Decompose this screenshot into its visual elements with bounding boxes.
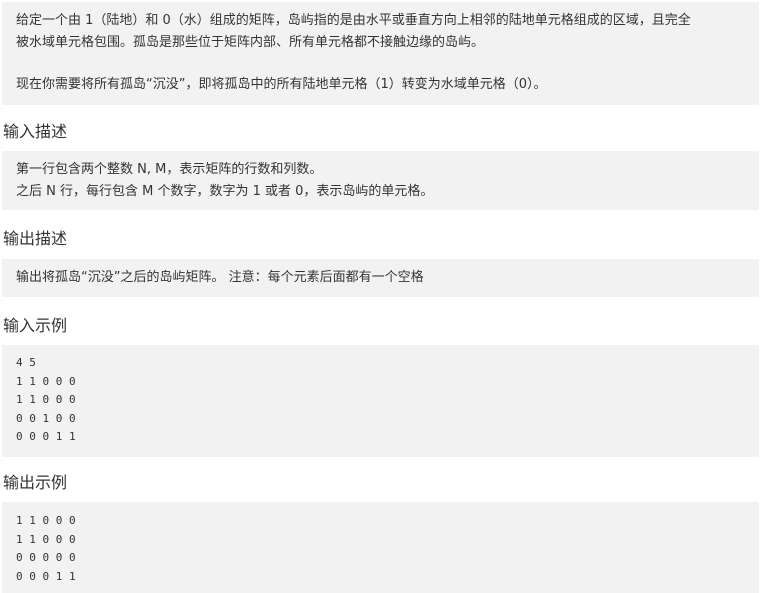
output-example-line: 0 0 0 1 1 [16, 569, 76, 583]
input-example-line: 1 1 0 0 0 [16, 374, 76, 388]
input-example-line: 4 5 [16, 356, 36, 369]
input-example-block: 4 5 1 1 0 0 0 1 1 0 0 0 0 0 1 0 0 0 0 0 … [2, 345, 759, 457]
output-example-heading: 输出示例 [3, 473, 68, 492]
output-example-line: 1 1 0 0 0 [16, 514, 76, 527]
input-example-line: 0 0 1 0 0 [16, 411, 76, 425]
input-example-heading: 输入示例 [3, 316, 68, 335]
output-example-block: 1 1 0 0 0 1 1 0 0 0 0 0 0 0 0 0 0 0 1 1 [2, 502, 759, 593]
input-example-line: 1 1 0 0 0 [16, 393, 76, 406]
problem-description-block: 给定一个由 1（陆地）和 0（水）组成的矩阵，岛屿指的是由水平或垂直方向上相邻的… [2, 2, 759, 105]
output-example-line: 1 1 0 0 0 [16, 532, 76, 546]
output-description-line-1: 输出将孤岛“沉没”之后的岛屿矩阵。 注意：每个元素后面都有一个空格 [16, 270, 424, 285]
input-description-heading: 输入描述 [3, 122, 68, 141]
input-description-line-2: 之后 N 行，每行包含 M 个数字，数字为 1 或者 0，表示岛屿的单元格。 [16, 184, 434, 199]
input-example-line: 0 0 0 1 1 [16, 430, 76, 443]
input-description-block: 第一行包含两个整数 N, M，表示矩阵的行数和列数。 之后 N 行，每行包含 M… [2, 151, 759, 210]
output-description-block: 输出将孤岛“沉没”之后的岛屿矩阵。 注意：每个元素后面都有一个空格 [2, 259, 759, 297]
input-description-line-1: 第一行包含两个整数 N, M，表示矩阵的行数和列数。 [16, 162, 323, 177]
problem-description-line-2: 被水域单元格包围。孤岛是那些位于矩阵内部、所有单元格都不接触边缘的岛屿。 [16, 35, 485, 50]
problem-description-line-3: 现在你需要将所有孤岛“沉没”，即将孤岛中的所有陆地单元格（1）转变为水域单元格（… [16, 77, 547, 92]
output-description-heading: 输出描述 [3, 229, 68, 248]
problem-description-line-1: 给定一个由 1（陆地）和 0（水）组成的矩阵，岛屿指的是由水平或垂直方向上相邻的… [16, 13, 691, 28]
output-example-line: 0 0 0 0 0 [16, 551, 76, 564]
